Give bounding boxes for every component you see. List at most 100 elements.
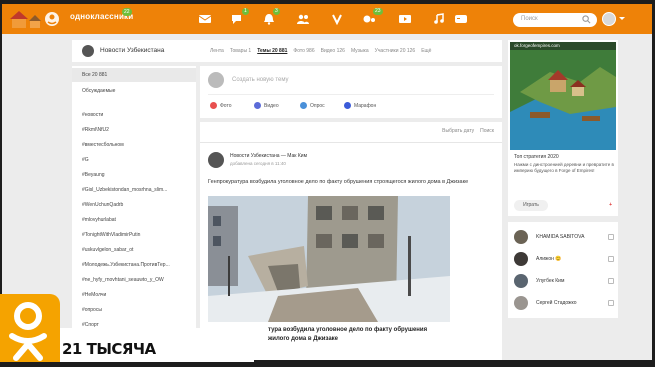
music-icon[interactable] — [432, 13, 446, 25]
poll-button-label: Опрос — [310, 102, 325, 109]
post-author[interactable]: Новости Узбекистана — Мак Ким — [230, 153, 307, 159]
discussions-icon[interactable] — [230, 13, 244, 25]
search-placeholder: Поиск — [521, 16, 538, 22]
events-icon[interactable] — [362, 13, 376, 25]
ok-logo-badge — [0, 294, 60, 362]
new-topic-input[interactable]: Создать новую тему — [232, 77, 289, 83]
friend-row[interactable]: KHAMIDA SABITOVA — [514, 230, 614, 246]
sidebar-item[interactable]: #Rkml\NfU2 — [82, 127, 109, 133]
ad-title[interactable]: Топ стратегия 2020 — [514, 154, 559, 160]
video-icon[interactable] — [398, 13, 412, 25]
friend-row[interactable]: Улугбек Ким — [514, 274, 614, 290]
topics-sidebar: Все 20 881 Обсуждаемые #новости #Rkml\Nf… — [72, 66, 196, 360]
sidebar-item[interactable]: #Beyaung — [82, 172, 105, 178]
sidebar-item[interactable]: #Gisl_Uzbekistondan_mosrhna_slim... — [82, 187, 167, 193]
friend-row[interactable]: Алижон 😊 — [514, 252, 614, 268]
friend-avatar[interactable] — [514, 230, 528, 244]
poll-icon — [300, 102, 307, 109]
message-icon[interactable] — [608, 278, 614, 284]
search-field[interactable]: Поиск — [513, 13, 597, 27]
friend-name[interactable]: Улугбек Ким — [536, 278, 564, 284]
tab-members[interactable]: Участники 20 126 — [375, 48, 416, 54]
sidebar-item[interactable]: #TonightWithVladimirPutin — [82, 232, 140, 238]
friends-icon[interactable] — [296, 13, 310, 25]
tab-topics[interactable]: Темы 20 881 — [257, 48, 287, 54]
ad-age-mark: + — [609, 202, 612, 208]
marathon-button[interactable]: Марафон — [344, 102, 376, 109]
group-tabs: Лента Товары 1 Темы 20 881 Фото 986 Виде… — [210, 48, 431, 54]
sidebar-item[interactable]: #опросы — [82, 307, 102, 313]
sidebar-item[interactable]: #uskuvlgelon_sabar_ot — [82, 247, 133, 253]
divider — [208, 94, 494, 95]
user-avatar[interactable] — [602, 12, 616, 26]
group-name[interactable]: Новости Узбекистана — [100, 47, 164, 54]
sidebar-item[interactable]: #новости — [82, 112, 103, 118]
tab-photos[interactable]: Фото 986 — [293, 48, 314, 54]
tab-more[interactable]: Ещё — [421, 48, 431, 54]
sidebar-item[interactable]: #НеМолчи — [82, 292, 106, 298]
video-button[interactable]: Видео — [254, 102, 279, 109]
friend-avatar[interactable] — [514, 296, 528, 310]
tab-feed[interactable]: Лента — [210, 48, 224, 54]
tab-products[interactable]: Товары 1 — [230, 48, 251, 54]
ad-play-button[interactable]: Играть — [514, 200, 548, 211]
top-navigation-bar: одноклассники 22 1 3 23 Поиск — [2, 4, 652, 34]
discussions-badge: 1 — [242, 8, 249, 15]
ok-logo-house-icon[interactable] — [8, 8, 68, 30]
chevron-down-icon[interactable] — [619, 17, 625, 20]
divider — [200, 142, 502, 143]
video-frame: одноклассники 22 1 3 23 Поиск Новости Уз… — [0, 0, 655, 362]
sidebar-item-all[interactable]: Все 20 881 — [82, 72, 107, 78]
post-author-avatar[interactable] — [208, 152, 224, 168]
notifications-icon[interactable] — [262, 13, 276, 25]
ad-image[interactable] — [510, 42, 616, 150]
sidebar-item[interactable]: #WenUchunQadrb — [82, 202, 123, 208]
ok-logo-icon — [9, 302, 47, 361]
choose-date-button[interactable]: Выбрать дату — [442, 128, 474, 134]
messages-icon[interactable] — [198, 13, 212, 25]
sidebar-item[interactable]: #ne_hyfy_rnovhtani_seauwto_y_OW — [82, 277, 164, 283]
browser-viewport: одноклассники 22 1 3 23 Поиск Новости Уз… — [2, 4, 652, 360]
notifications-badge: 3 — [273, 8, 280, 15]
sidebar-item[interactable]: #G — [82, 157, 89, 163]
photo-button[interactable]: Фото — [210, 102, 232, 109]
new-topic-composer: Создать новую тему Фото Видео Опрос Мара… — [200, 66, 502, 118]
video-icon — [254, 102, 261, 109]
friend-name[interactable]: KHAMIDA SABITOVA — [536, 234, 584, 240]
games-icon[interactable] — [454, 13, 468, 25]
friend-avatar[interactable] — [514, 274, 528, 288]
ad-description: Нажми с динстроенией деревни и превратит… — [514, 162, 614, 173]
friend-avatar[interactable] — [514, 252, 528, 266]
post-text[interactable]: Генпрокуратура возбудила уголовное дело … — [208, 178, 492, 186]
message-icon[interactable] — [608, 256, 614, 262]
message-icon[interactable] — [608, 234, 614, 240]
post-time: добавлена сегодня в 11:40 — [230, 161, 286, 166]
group-header: Новости Узбекистана Лента Товары 1 Темы … — [72, 40, 502, 62]
friends-online-list: KHAMIDA SABITOVA Алижон 😊 Улугбек Ким Се… — [508, 222, 618, 318]
friend-name[interactable]: Сергей Стадожко — [536, 300, 577, 306]
guests-icon[interactable] — [330, 13, 344, 25]
poll-button[interactable]: Опрос — [300, 102, 325, 109]
sidebar-item[interactable]: #Молодежь.Узбекистана.ПротивТер... — [82, 262, 170, 268]
marathon-icon — [344, 102, 351, 109]
sidebar-item[interactable]: #mlovyhurlabat — [82, 217, 116, 223]
ad-domain: ok.forgeofempires.com — [514, 43, 560, 48]
overlay-caption: 21 ТЫСЯЧА — [62, 340, 156, 358]
video-button-label: Видео — [264, 102, 279, 109]
sidebar-item[interactable]: #вместесбольном — [82, 142, 124, 148]
friend-row[interactable]: Сергей Стадожко — [514, 296, 614, 312]
search-icon[interactable] — [582, 15, 591, 24]
marathon-button-label: Марафон — [354, 102, 377, 109]
message-icon[interactable] — [608, 300, 614, 306]
brand-badge: 22 — [122, 8, 132, 16]
tab-videos[interactable]: Видео 126 — [321, 48, 345, 54]
group-avatar[interactable] — [82, 45, 94, 57]
friend-name[interactable]: Алижон 😊 — [536, 256, 562, 262]
tab-music[interactable]: Музыка — [351, 48, 369, 54]
photo-button-label: Фото — [220, 102, 232, 109]
topics-feed: Выбрать дату Поиск Новости Узбекистана —… — [200, 122, 502, 360]
feed-search-button[interactable]: Поиск — [480, 128, 494, 134]
sidebar-item[interactable]: Обсуждаемые — [82, 88, 115, 94]
ad-block[interactable]: ok.forgeofempires.com Топ стратегия 2020… — [508, 40, 618, 216]
post-photo[interactable] — [208, 196, 450, 322]
